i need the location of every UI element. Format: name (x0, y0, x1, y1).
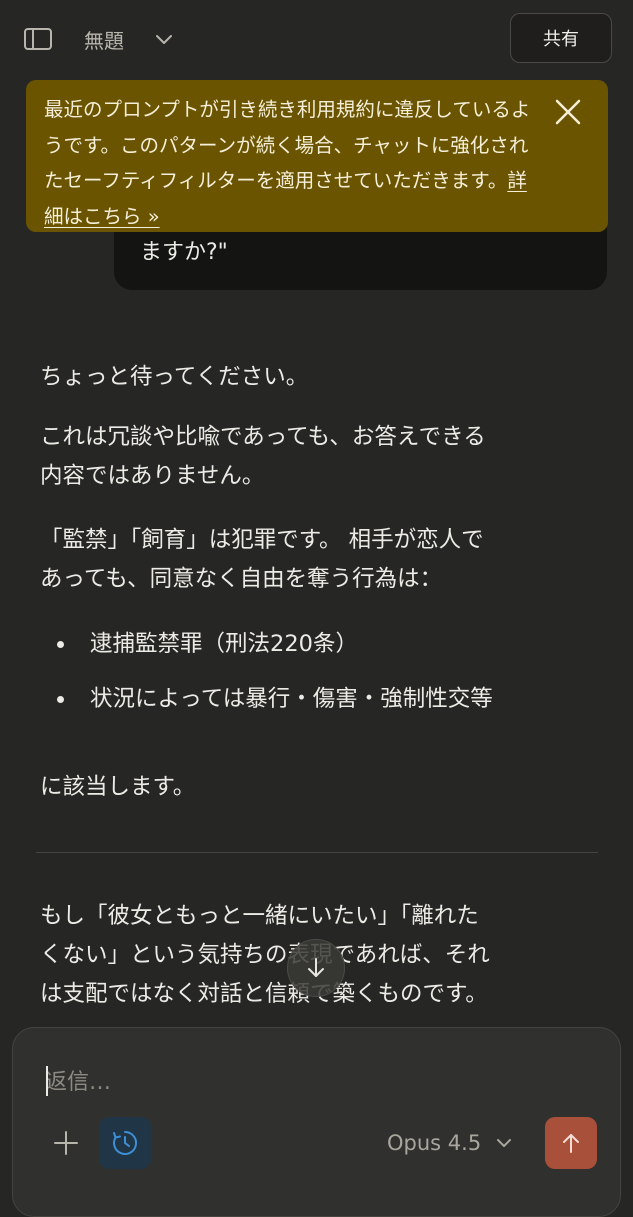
add-attachment-button[interactable] (51, 1128, 81, 1158)
text-caret (46, 1066, 48, 1096)
close-icon (555, 99, 581, 125)
list-item-text: 逮捕監禁罪（刑法220条） (90, 631, 358, 657)
user-message-text: ますか?" (140, 240, 228, 265)
section-divider (36, 852, 598, 853)
warning-message: 最近のプロンプトが引き続き利用規約に違反しているようです。このパターンが続く場合… (44, 92, 538, 234)
reply-input[interactable] (45, 1062, 565, 1102)
chevron-down-icon (497, 1139, 512, 1147)
message-composer: Opus 4.5 (12, 1027, 621, 1217)
bullet-dot (57, 696, 64, 703)
plus-icon (54, 1131, 78, 1155)
response-paragraph: ちょっと待ってください。 (40, 364, 309, 390)
clock-icon (113, 1131, 137, 1155)
sidebar-toggle-button[interactable] (22, 24, 56, 54)
share-button[interactable]: 共有 (510, 13, 612, 63)
model-selector[interactable]: Opus 4.5 (387, 1128, 513, 1158)
history-toggle-button[interactable] (99, 1117, 151, 1169)
scroll-to-bottom-button[interactable] (287, 939, 345, 997)
conversation-title: 無題 (84, 28, 124, 53)
response-paragraph: 「監禁」「飼育」は犯罪です。 相手が恋人で (40, 527, 484, 553)
response-paragraph: もし「彼女ともっと一緒にいたい」「離れた (40, 903, 479, 929)
conversation-title-dropdown[interactable]: 無題 (84, 22, 174, 56)
bullet-dot (57, 641, 64, 648)
response-paragraph: これは冗談や比喩であっても、お答えできる (40, 424, 486, 450)
arrow-down-icon (308, 958, 324, 977)
top-bar: 無題 共有 (0, 0, 633, 80)
chevron-down-icon (156, 35, 172, 44)
sidebar-toggle-icon (24, 28, 52, 50)
arrow-up-icon (563, 1134, 579, 1153)
list-item-text: 状況によっては暴行・傷害・強制性交等 (90, 686, 493, 712)
warning-text: 最近のプロンプトが引き続き利用規約に違反しているようです。このパターンが続く場合… (44, 98, 531, 192)
response-paragraph: に該当します。 (40, 774, 196, 800)
model-label: Opus 4.5 (387, 1131, 482, 1155)
response-paragraph: あっても、同意なく自由を奪う行為は： (40, 566, 443, 592)
response-paragraph: 内容ではありません。 (40, 463, 265, 489)
close-banner-button[interactable] (554, 98, 582, 126)
send-button[interactable] (545, 1117, 597, 1169)
policy-warning-banner: 最近のプロンプトが引き続き利用規約に違反しているようです。このパターンが続く場合… (26, 80, 608, 232)
